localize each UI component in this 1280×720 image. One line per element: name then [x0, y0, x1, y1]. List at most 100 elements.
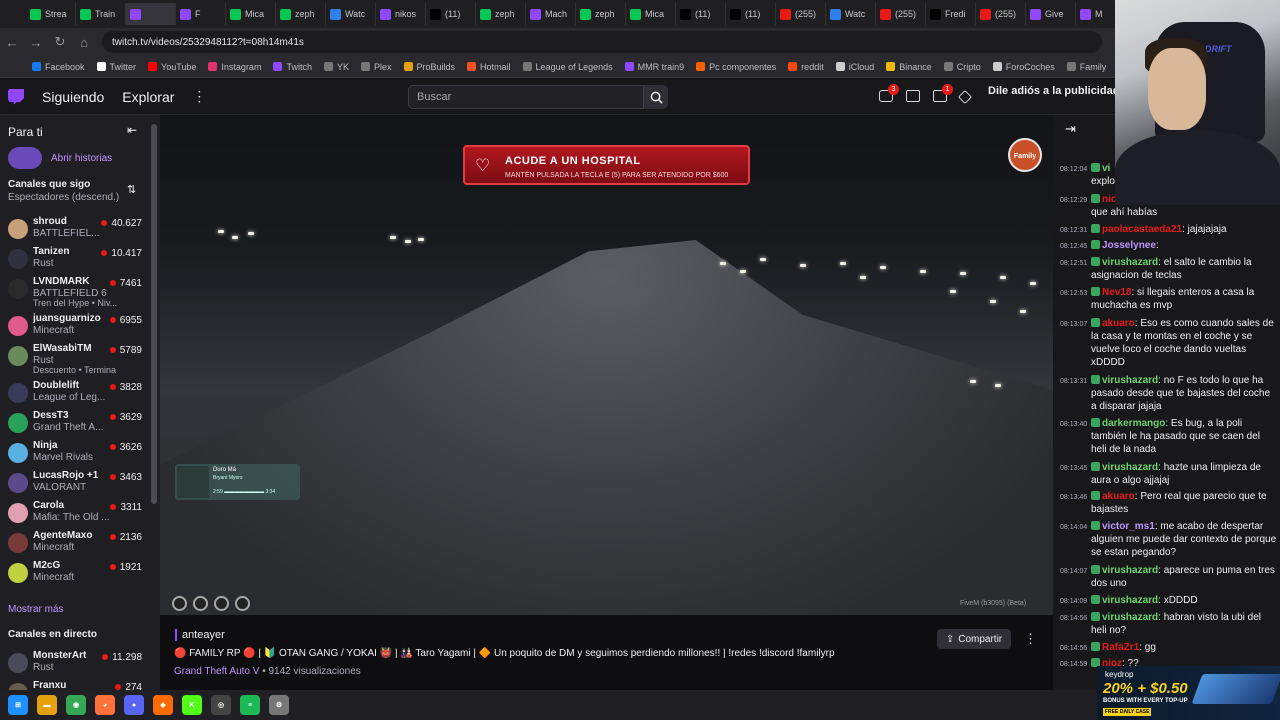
- turbo-promo-link[interactable]: Dile adiós a la publicidad d: [988, 85, 1129, 97]
- forward-icon[interactable]: →: [24, 35, 48, 50]
- sidebar-channel[interactable]: juansguarnizo Minecraft 6955: [0, 312, 150, 342]
- firefox-taskbar-icon[interactable]: ◕: [95, 695, 115, 715]
- sidebar-channel[interactable]: shroud BATTLEFIEL... 40.627: [0, 215, 150, 245]
- search-button[interactable]: [644, 85, 668, 109]
- settings-taskbar-icon[interactable]: ⚙: [269, 695, 289, 715]
- browser-tab[interactable]: Train: [76, 3, 126, 25]
- bookmark-item[interactable]: Twitch: [273, 62, 312, 72]
- sidebar-channel[interactable]: LVNDMARK BATTLEFIELD 6 7461 Tren del Hype •…: [0, 275, 150, 308]
- reload-icon[interactable]: ↻: [48, 34, 72, 50]
- chat-username[interactable]: virushazard: [1102, 375, 1158, 386]
- whisper-icon[interactable]: [906, 90, 920, 102]
- url-input[interactable]: twitch.tv/videos/2532948112?t=08h14m41s: [102, 31, 1102, 53]
- channel-name[interactable]: anteayer: [175, 629, 225, 641]
- browser-tab[interactable]: Fredi: [926, 3, 976, 25]
- search-input[interactable]: Buscar: [408, 85, 644, 109]
- game-link[interactable]: Grand Theft Auto V: [174, 666, 259, 677]
- browser-tab[interactable]: Mach: [526, 3, 576, 25]
- notifications-icon[interactable]: 1: [933, 84, 953, 102]
- sidebar-channel[interactable]: Carola Mafia: The Old ... 3311: [0, 499, 150, 529]
- kick-taskbar-icon[interactable]: K: [182, 695, 202, 715]
- chat-username[interactable]: RafaZr1: [1102, 642, 1139, 653]
- bookmark-item[interactable]: iCloud: [835, 62, 874, 72]
- sidebar-channel[interactable]: DessT3 Grand Theft A... 3629: [0, 409, 150, 439]
- bits-icon[interactable]: [957, 89, 973, 105]
- browser-tab[interactable]: Watc: [326, 3, 376, 25]
- browser-tab[interactable]: Mica: [226, 3, 276, 25]
- sidebar-scrollbar[interactable]: [151, 124, 157, 504]
- chat-username[interactable]: victor_ms1: [1102, 521, 1155, 532]
- browse-link[interactable]: Explorar: [122, 89, 174, 105]
- sidebar-channel[interactable]: ElWasabiTM Rust 5789 Descuento • Termina: [0, 342, 150, 375]
- live-channel[interactable]: MonsterArt Rust 11.298: [0, 649, 150, 679]
- obs-taskbar-icon[interactable]: ◎: [211, 695, 231, 715]
- bookmark-item[interactable]: League of Legends: [522, 62, 613, 72]
- bookmark-item[interactable]: reddit: [788, 62, 824, 72]
- bookmark-item[interactable]: Cripto: [943, 62, 981, 72]
- sidebar-channel[interactable]: M2cG Minecraft 1921: [0, 559, 150, 589]
- browser-tab[interactable]: Watc: [826, 3, 876, 25]
- bookmark-item[interactable]: Binance: [886, 62, 932, 72]
- chat-username[interactable]: Nev18: [1102, 287, 1131, 298]
- browser-tab[interactable]: zeph: [276, 3, 326, 25]
- sidebar-channel[interactable]: Ninja Marvel Rivals 3626: [0, 439, 150, 469]
- browser-tab[interactable]: (11): [676, 3, 726, 25]
- browser-tab[interactable]: (11): [426, 3, 476, 25]
- chat-username[interactable]: vi: [1102, 163, 1110, 174]
- bookmark-item[interactable]: Twitter: [96, 62, 136, 72]
- chat-username[interactable]: paolacastaeda21: [1102, 224, 1182, 235]
- open-stories-link[interactable]: Abrir historias: [51, 153, 112, 164]
- browser-tab[interactable]: (11): [726, 3, 776, 25]
- chat-username[interactable]: akuaro: [1102, 318, 1135, 329]
- live-channel[interactable]: Franxu 274: [0, 679, 150, 690]
- browser-tab[interactable]: Mica: [626, 3, 676, 25]
- chat-username[interactable]: virushazard: [1102, 595, 1158, 606]
- bookmark-item[interactable]: Hotmail: [467, 62, 511, 72]
- bookmark-item[interactable]: ProBuilds: [403, 62, 455, 72]
- browser-tab[interactable]: F: [176, 3, 226, 25]
- stories-avatar[interactable]: [8, 147, 42, 169]
- expand-chat-icon[interactable]: ⇥: [1065, 121, 1076, 137]
- browser-tab[interactable]: [126, 3, 176, 25]
- sidebar-channel[interactable]: LucasRojo +1 VALORANT 3463: [0, 469, 150, 499]
- bookmark-item[interactable]: YK: [323, 62, 349, 72]
- chat-username[interactable]: akuaro: [1102, 491, 1135, 502]
- discord-taskbar-icon[interactable]: ●: [124, 695, 144, 715]
- browser-tab[interactable]: Give: [1026, 3, 1076, 25]
- show-more-link[interactable]: Mostrar más: [8, 604, 64, 615]
- chat-username[interactable]: darkermango: [1102, 418, 1165, 429]
- twitch-logo-icon[interactable]: [8, 88, 24, 105]
- inbox-icon[interactable]: 3: [879, 84, 899, 102]
- bookmark-item[interactable]: Facebook: [32, 62, 85, 72]
- more-options-icon[interactable]: ⋮: [1024, 631, 1037, 647]
- chat-username[interactable]: virushazard: [1102, 462, 1158, 473]
- browser-tab[interactable]: (255): [776, 3, 826, 25]
- bookmark-item[interactable]: YouTube: [148, 62, 196, 72]
- bookmark-item[interactable]: Plex: [360, 62, 392, 72]
- sidebar-channel[interactable]: Tanizen Rust 10.417: [0, 245, 150, 275]
- browser-tab[interactable]: (255): [876, 3, 926, 25]
- browser-tab[interactable]: zeph: [476, 3, 526, 25]
- browser-tab[interactable]: Strea: [26, 3, 76, 25]
- more-menu-icon[interactable]: ⋮: [192, 88, 206, 105]
- home-icon[interactable]: ⌂: [72, 35, 96, 50]
- bookmark-item[interactable]: ForoCoches: [992, 62, 1055, 72]
- chat-username[interactable]: virushazard: [1102, 612, 1158, 623]
- explorer-taskbar-icon[interactable]: ▬: [37, 695, 57, 715]
- browser-tab[interactable]: (255): [976, 3, 1026, 25]
- collapse-sidebar-icon[interactable]: ⇤: [127, 123, 137, 137]
- share-button[interactable]: ⇪ Compartir: [937, 629, 1011, 649]
- chat-username[interactable]: Josselynee: [1102, 240, 1156, 251]
- bookmark-item[interactable]: Instagram: [208, 62, 261, 72]
- app-taskbar-icon[interactable]: ◆: [153, 695, 173, 715]
- sidebar-channel[interactable]: Doublelift League of Leg... 3828: [0, 379, 150, 409]
- keydrop-ad[interactable]: keydrop 20% + $0.50 BONUS WITH EVERY TOP…: [1097, 666, 1280, 720]
- spotify-taskbar-icon[interactable]: ≡: [240, 695, 260, 715]
- sidebar-channel[interactable]: AgenteMaxo Minecraft 2136: [0, 529, 150, 559]
- bookmark-item[interactable]: Family: [1066, 62, 1106, 72]
- following-link[interactable]: Siguiendo: [42, 89, 104, 105]
- chat-username[interactable]: virushazard: [1102, 565, 1158, 576]
- windows-taskbar-icon[interactable]: ⊞: [8, 695, 28, 715]
- back-icon[interactable]: ←: [0, 35, 24, 50]
- bookmark-item[interactable]: MMR train9: [624, 62, 684, 72]
